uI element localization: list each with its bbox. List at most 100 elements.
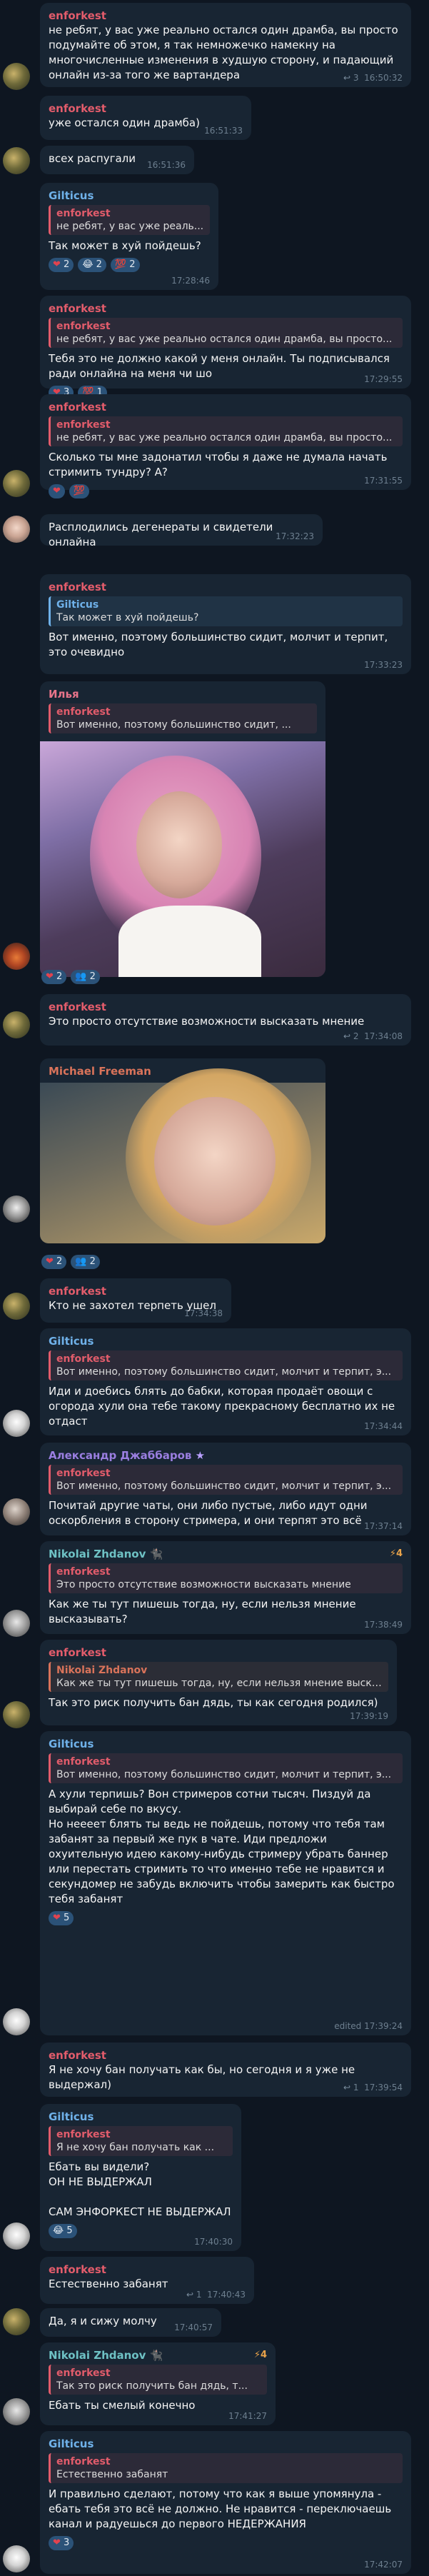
reply-quote[interactable]: enforkest не ребят, у вас уже реально ост…	[49, 416, 403, 446]
message-meta: ↩ 2 17:34:08	[343, 1031, 403, 1041]
reaction[interactable]: ❤ 2	[49, 258, 74, 272]
message-text: Вот именно, поэтому большинство сидит, м…	[49, 631, 392, 658]
reaction[interactable]: ❤ 2	[41, 970, 67, 984]
avatar[interactable]	[3, 2398, 30, 2425]
sender-name[interactable]: Gilticus	[49, 189, 210, 203]
reaction[interactable]: ❤ 5	[49, 1911, 74, 1925]
message-text: Ебать вы видели? ОН НЕ ВЫДЕРЖАЛ САМ ЭНФО…	[49, 2160, 231, 2218]
avatar[interactable]	[3, 943, 30, 970]
sender-name[interactable]: Gilticus	[49, 2437, 403, 2451]
star-icon: ★	[195, 1449, 206, 1462]
sender-name[interactable]: Nikolai Zhdanov 🐈‍⬛ ⚡4	[49, 2348, 267, 2362]
message-bubble[interactable]: Nikolai Zhdanov 🐈‍⬛ ⚡4 enforkest Это прост…	[40, 1541, 411, 1634]
message-text: Так это риск получить бан дядь, ты как с…	[49, 1696, 378, 1709]
avatar[interactable]	[3, 1011, 30, 1038]
reaction[interactable]: ❤ 3	[49, 2536, 74, 2550]
sender-name[interactable]: enforkest	[49, 400, 403, 414]
message-bubble[interactable]: Gilticus enforkest Вот именно, поэтому бо…	[40, 1731, 411, 2035]
reply-quote[interactable]: enforkest не ребят, у вас уже реально ост…	[49, 318, 403, 348]
reply-quote[interactable]: enforkest Так это риск получить бан дядь,…	[49, 2365, 267, 2395]
avatar[interactable]	[3, 516, 30, 543]
reply-quote[interactable]: enforkest Это просто отсутствие возможнос…	[49, 1563, 403, 1593]
sender-name[interactable]: Илья	[49, 687, 317, 701]
reply-quote[interactable]: enforkest Вот именно, поэтому большинство…	[49, 1350, 403, 1380]
avatar[interactable]	[3, 1410, 30, 1437]
message-bubble[interactable]: Да, я и сижу молчу 17:40:57	[40, 2308, 221, 2337]
message-bubble[interactable]: всех распугали 16:51:36	[40, 146, 194, 174]
message-bubble[interactable]: Gilticus enforkest Вот именно, поэтому бо…	[40, 1328, 411, 1435]
message-meta: 17:42:07	[364, 2560, 403, 2570]
sender-name[interactable]: enforkest	[49, 301, 403, 316]
message-bubble[interactable]: Gilticus enforkest Естественно забанят И …	[40, 2431, 411, 2574]
reaction[interactable]: 💯	[69, 484, 90, 498]
message-bubble[interactable]: enforkest Естественно забанят ↩ 1 17:40:…	[40, 2257, 254, 2304]
sender-name[interactable]: enforkest	[49, 1284, 223, 1298]
message-bubble[interactable]: enforkest Я не хочу бан получать как бы,…	[40, 2043, 411, 2097]
reaction[interactable]: ❤	[49, 484, 65, 498]
reply-quote[interactable]: enforkest Вот именно, поэтому большинство…	[49, 703, 317, 733]
avatar[interactable]	[3, 1498, 30, 1525]
avatar[interactable]	[3, 2008, 30, 2035]
message-meta: edited 17:39:24	[334, 2021, 403, 2031]
avatar[interactable]	[3, 2545, 30, 2572]
message-bubble[interactable]: enforkest уже остался один драмба) 16:51…	[40, 96, 251, 140]
reaction[interactable]: 💯 2	[110, 258, 140, 272]
sender-name[interactable]: enforkest	[49, 101, 243, 116]
message-bubble[interactable]: Gilticus enforkest не ребят, у вас уже ре…	[40, 183, 218, 290]
message-bubble[interactable]: enforkest не ребят, у вас уже реально ос…	[40, 3, 411, 87]
sender-name[interactable]: enforkest	[49, 1645, 388, 1660]
message-bubble[interactable]: enforkest Gilticus Так может в хуй пойдеш…	[40, 574, 411, 674]
message-bubble[interactable]: enforkest Кто не захотел терпеть ушел 17…	[40, 1278, 231, 1323]
reply-quote[interactable]: enforkest Я не хочу бан получать как ...	[49, 2126, 233, 2156]
sender-name[interactable]: enforkest	[49, 2262, 246, 2277]
message-bubble[interactable]: enforkest enforkest не ребят, у вас уже р…	[40, 296, 411, 400]
avatar[interactable]	[3, 1196, 30, 1223]
avatar[interactable]	[3, 1293, 30, 1320]
sender-name[interactable]: Gilticus	[49, 1737, 403, 1751]
reply-quote[interactable]: enforkest Вот именно, поэтому большинство…	[49, 1753, 403, 1783]
reaction[interactable]: ❤ 2	[41, 1255, 67, 1269]
sender-name[interactable]: Александр Джаббаров ★	[49, 1448, 403, 1463]
sender-name[interactable]: enforkest	[49, 2048, 403, 2063]
avatar[interactable]	[3, 470, 30, 497]
avatar[interactable]	[3, 147, 30, 174]
sender-name[interactable]: Gilticus	[49, 2110, 233, 2124]
message-bubble[interactable]: Расплодились дегенераты и свидетели онла…	[40, 514, 323, 548]
avatar[interactable]	[3, 1701, 30, 1728]
views-icon: ↩	[343, 73, 353, 83]
photo-message[interactable]: Илья enforkest Вот именно, поэтому больши…	[40, 681, 325, 977]
message-bubble[interactable]: enforkest Это просто отсутствие возможно…	[40, 994, 411, 1046]
reaction[interactable]: 😂 2	[78, 258, 106, 272]
reactions: ❤ 2 😂 2 💯 2	[49, 258, 210, 272]
sender-name[interactable]: enforkest	[49, 580, 403, 594]
reaction[interactable]: 👥 2	[71, 1255, 100, 1269]
reply-quote[interactable]: enforkest Вот именно, поэтому большинство…	[49, 1465, 403, 1495]
message-bubble[interactable]: enforkest enforkest не ребят, у вас уже р…	[40, 394, 411, 498]
reaction[interactable]: 👥 2	[71, 970, 100, 984]
avatar[interactable]	[3, 63, 30, 90]
avatar[interactable]	[3, 1610, 30, 1637]
reply-quote[interactable]: enforkest не ребят, у вас уже реаль...	[49, 205, 210, 235]
photo-message[interactable]: Michael Freeman	[40, 1058, 325, 1243]
message-meta: ↩ 1 17:40:43	[186, 2290, 246, 2300]
reply-quote[interactable]: Nikolai Zhdanov Как же ты тут пишешь тогд…	[49, 1662, 388, 1692]
message-bubble[interactable]: Nikolai Zhdanov 🐈‍⬛ ⚡4 enforkest Так это р…	[40, 2342, 276, 2425]
reply-quote[interactable]: enforkest Естественно забанят	[49, 2453, 403, 2483]
message-bubble[interactable]: enforkest Nikolai Zhdanov Как же ты тут п…	[40, 1640, 397, 1725]
message-bubble[interactable]: Александр Джаббаров ★ enforkest Вот именн…	[40, 1443, 411, 1535]
shirt-shape	[118, 906, 261, 977]
message-text: Так может в хуй пойдешь?	[49, 239, 201, 252]
photo[interactable]	[40, 1068, 325, 1243]
photo[interactable]	[40, 741, 325, 977]
avatar[interactable]	[3, 2222, 30, 2250]
avatar[interactable]	[3, 2308, 30, 2335]
reaction[interactable]: 😂 5	[49, 2224, 77, 2238]
sender-name[interactable]: enforkest	[49, 1000, 403, 1014]
sender-name[interactable]: Gilticus	[49, 1334, 403, 1348]
face-shape	[136, 791, 222, 898]
sender-name[interactable]: enforkest	[49, 9, 403, 23]
reply-quote[interactable]: Gilticus Так может в хуй пойдешь?	[49, 596, 403, 626]
sender-name[interactable]: Nikolai Zhdanov 🐈‍⬛ ⚡4	[49, 1547, 403, 1561]
message-meta: 17:34:44	[364, 1421, 403, 1431]
message-bubble[interactable]: Gilticus enforkest Я не хочу бан получать…	[40, 2104, 241, 2251]
